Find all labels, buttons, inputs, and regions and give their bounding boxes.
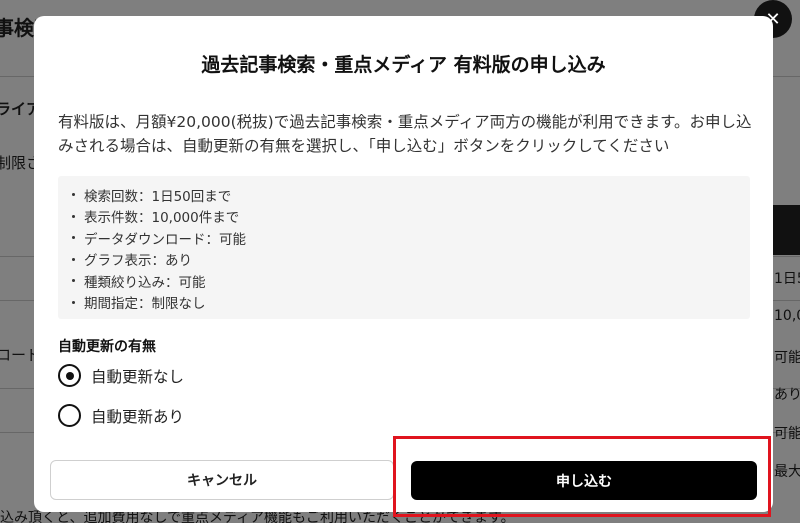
feature-item: グラフ表示：あり — [72, 249, 750, 271]
bullet-icon — [72, 257, 75, 261]
feature-text: 種類絞り込み：可能 — [84, 274, 206, 291]
bullet-icon — [72, 236, 75, 240]
radio-checked-icon[interactable] — [58, 364, 81, 387]
feature-text: 検索回数：1日50回まで — [84, 188, 232, 205]
radio-unchecked-icon[interactable] — [58, 404, 81, 427]
bullet-icon — [72, 300, 75, 304]
feature-text: 期間指定：制限なし — [84, 296, 206, 313]
modal-title: 過去記事検索・重点メディア 有料版の申し込み — [201, 54, 606, 76]
radio-auto-renew-on[interactable]: 自動更新あり — [58, 404, 184, 427]
auto-renewal-label: 自動更新の有無 — [58, 339, 156, 355]
feature-item: 表示件数：10,000件まで — [72, 206, 750, 228]
radio-label: 自動更新なし — [91, 367, 185, 386]
radio-label: 自動更新あり — [91, 407, 185, 426]
feature-text: グラフ表示：あり — [84, 253, 192, 270]
modal-description: 有料版は、月額¥20,000(税抜)で過去記事検索・重点メディア両方の機能が利用… — [58, 113, 752, 155]
feature-item: 検索回数：1日50回まで — [72, 184, 750, 206]
bullet-icon — [72, 279, 75, 283]
radio-auto-renew-off[interactable]: 自動更新なし — [58, 364, 184, 387]
feature-text: データダウンロード：可能 — [84, 231, 246, 248]
highlight-annotation-box — [393, 436, 771, 517]
feature-text: 表示件数：10,000件まで — [84, 210, 240, 227]
feature-item: 種類絞り込み：可能 — [72, 270, 750, 292]
bullet-icon — [72, 193, 75, 197]
feature-list: 検索回数：1日50回まで 表示件数：10,000件まで データダウンロード：可能… — [58, 176, 750, 319]
feature-item: データダウンロード：可能 — [72, 227, 750, 249]
feature-item: 期間指定：制限なし — [72, 292, 750, 314]
bullet-icon — [72, 214, 75, 218]
cancel-button[interactable]: キャンセル — [50, 460, 394, 500]
